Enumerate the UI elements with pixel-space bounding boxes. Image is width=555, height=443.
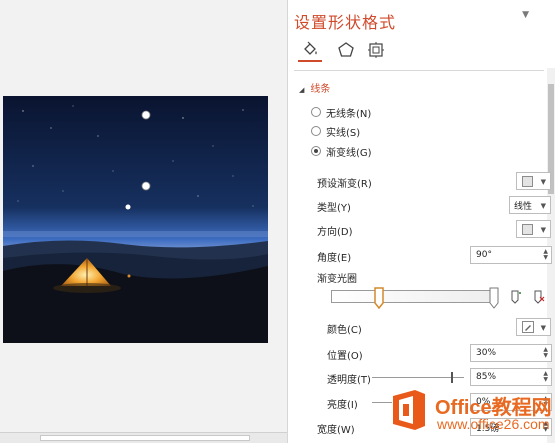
add-stop-icon — [511, 290, 521, 304]
preset-gradient-label: 预设渐变(R) — [317, 179, 372, 190]
pentagon-icon — [338, 42, 354, 57]
tab-effects[interactable] — [334, 38, 358, 62]
remove-gradient-stop-button[interactable] — [530, 288, 546, 306]
gradient-stop-handle-selected[interactable] — [374, 287, 384, 309]
collapse-triangle-icon: ◢ — [299, 86, 305, 94]
scrollbar-thumb[interactable] — [40, 435, 250, 441]
width-label: 宽度(W) — [317, 425, 355, 436]
gradient-stop-handle[interactable] — [489, 287, 499, 309]
watermark: Office教程网 www.office26.com — [387, 388, 555, 443]
position-value: 30% — [476, 348, 497, 358]
transparency-label: 透明度(T) — [327, 375, 371, 386]
radio-label: 实线(S) — [326, 127, 361, 139]
gradient-stops-bar[interactable] — [331, 290, 496, 303]
type-dropdown[interactable]: 线性 ▼ — [509, 196, 551, 214]
brightness-label: 亮度(I) — [327, 400, 358, 411]
line-section-title: 线条 — [310, 84, 331, 95]
radio-solid-line[interactable]: 实线(S) — [311, 124, 361, 139]
radio-no-line[interactable]: 无线条(N) — [311, 105, 372, 120]
direction-label: 方向(D) — [317, 227, 353, 238]
direction-swatch — [522, 223, 533, 235]
spin-down-icon[interactable]: ▼ — [543, 255, 548, 261]
tabs-divider — [294, 70, 544, 71]
slide-canvas — [0, 0, 287, 443]
angle-label: 角度(E) — [317, 253, 352, 264]
type-label: 类型(Y) — [317, 203, 351, 214]
tab-size-and-properties[interactable] — [364, 38, 388, 62]
gradient-swatch — [522, 175, 533, 187]
chevron-down-icon: ▼ — [540, 202, 546, 210]
slider-knob[interactable] — [451, 372, 453, 383]
direction-dropdown[interactable]: ▼ — [516, 220, 551, 238]
position-label: 位置(O) — [327, 351, 363, 362]
pane-title: 设置形状格式 — [294, 13, 397, 32]
radio-label: 无线条(N) — [326, 108, 372, 120]
radio-gradient-line[interactable]: 渐变线(G) — [311, 144, 372, 159]
radio-circle[interactable] — [311, 107, 321, 117]
angle-value: 90° — [476, 250, 492, 260]
angle-spinner[interactable]: 90° ▲ ▼ — [470, 246, 552, 264]
transparency-spinner[interactable]: 85% ▲ ▼ — [470, 368, 552, 386]
position-spinner[interactable]: 30% ▲ ▼ — [470, 344, 552, 362]
line-section-header[interactable]: ◢ 线条 — [299, 80, 330, 95]
transparency-value: 85% — [476, 372, 497, 382]
size-properties-icon — [368, 42, 384, 58]
add-gradient-stop-button[interactable] — [507, 288, 523, 306]
chevron-down-icon: ▼ — [540, 324, 546, 332]
spin-down-icon[interactable]: ▼ — [543, 377, 548, 383]
radio-label: 渐变线(G) — [326, 147, 372, 159]
color-label: 颜色(C) — [327, 325, 362, 336]
office-logo-icon — [393, 390, 425, 430]
preset-gradient-dropdown[interactable]: ▼ — [516, 172, 551, 190]
transparency-slider[interactable] — [372, 372, 464, 383]
slide-photo[interactable] — [3, 96, 268, 343]
remove-stop-icon — [534, 290, 545, 304]
color-picker-dropdown[interactable]: ▼ — [516, 318, 551, 336]
watermark-url: www.office26.com — [437, 416, 550, 432]
radio-circle[interactable] — [311, 126, 321, 136]
gradient-stops-label: 渐变光圈 — [317, 274, 357, 285]
chevron-down-icon: ▼ — [540, 226, 546, 234]
pane-options-dropdown[interactable]: ▼ — [522, 10, 529, 20]
radio-circle-selected[interactable] — [311, 146, 321, 156]
pane-tabs — [294, 38, 544, 66]
tab-fill-and-line[interactable] — [298, 38, 322, 62]
pen-color-icon — [522, 321, 534, 333]
paint-bucket-icon — [304, 41, 317, 55]
chevron-down-icon: ▼ — [540, 178, 546, 186]
spin-down-icon[interactable]: ▼ — [543, 353, 548, 359]
horizontal-scrollbar[interactable] — [0, 432, 287, 443]
type-value: 线性 — [514, 201, 533, 212]
